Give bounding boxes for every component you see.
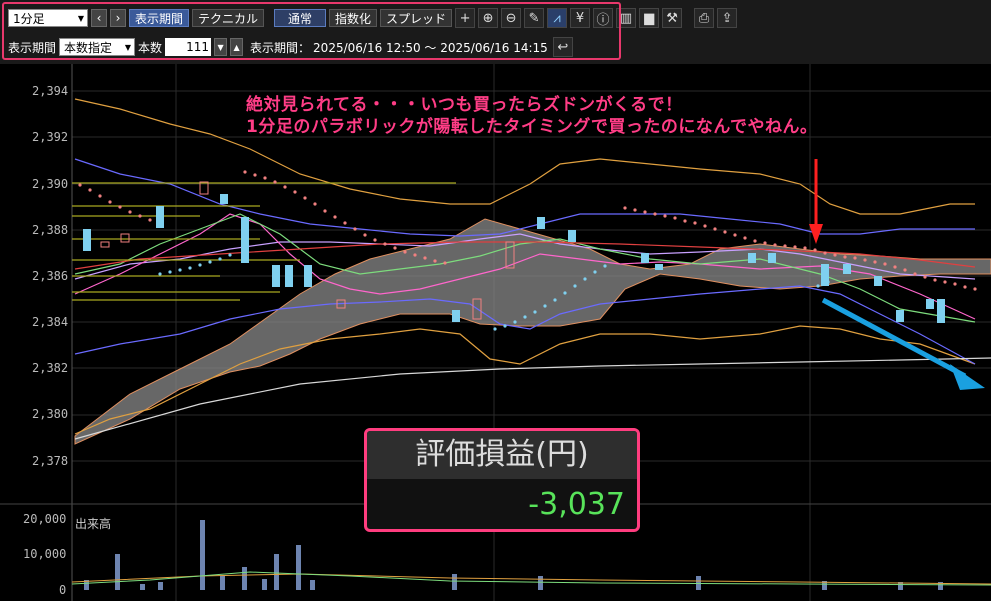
volume-lines xyxy=(71,571,991,586)
y-tick-label: 2,378 xyxy=(32,454,69,468)
chart-toolbar: 1分足 ▼ ‹ › 表示期間 テクニカル 通常 指数化 スプレッド + ⊕ ⊖ … xyxy=(0,0,991,64)
volume-label: 出来高 xyxy=(75,517,112,531)
y-tick-label: 2,390 xyxy=(32,177,69,191)
y-tick-label: 2,384 xyxy=(32,315,69,329)
profit-loss-value: -3,037 xyxy=(528,487,625,522)
annotation-line-1: 絶対見られてる・・・いつも買ったらズドンがくるで！ xyxy=(246,95,683,115)
volume-tick-label: 0 xyxy=(59,583,67,597)
y-tick-label: 2,394 xyxy=(32,84,69,98)
y-tick-label: 2,392 xyxy=(32,130,69,144)
annotation-text: 絶対見られてる・・・いつも買ったらズドンがくるで！ 1分足のパラボリックが陽転し… xyxy=(246,94,817,138)
print-icon[interactable]: ⎙ xyxy=(694,8,715,28)
bar-chart-icon[interactable]: ▆ xyxy=(639,8,660,28)
export-icon[interactable]: ⇪ xyxy=(717,8,738,28)
y-tick-label: 2,386 xyxy=(32,269,69,283)
toolbar-highlight-frame xyxy=(2,2,621,60)
profit-loss-box: 評価損益(円) -3,037 xyxy=(364,428,640,532)
y-tick-label: 2,382 xyxy=(32,361,69,375)
profit-loss-title: 評価損益(円) xyxy=(367,431,637,479)
y-tick-label: 2,388 xyxy=(32,223,69,237)
volume-tick-label: 10,000 xyxy=(23,547,67,561)
annotation-line-2: 1分足のパラボリックが陽転したタイミングで買ったのになんでやねん。 xyxy=(246,117,818,137)
y-tick-label: 2,380 xyxy=(32,407,69,421)
wrench-icon[interactable]: ⚒ xyxy=(662,8,683,28)
volume-tick-label: 20,000 xyxy=(23,512,67,526)
